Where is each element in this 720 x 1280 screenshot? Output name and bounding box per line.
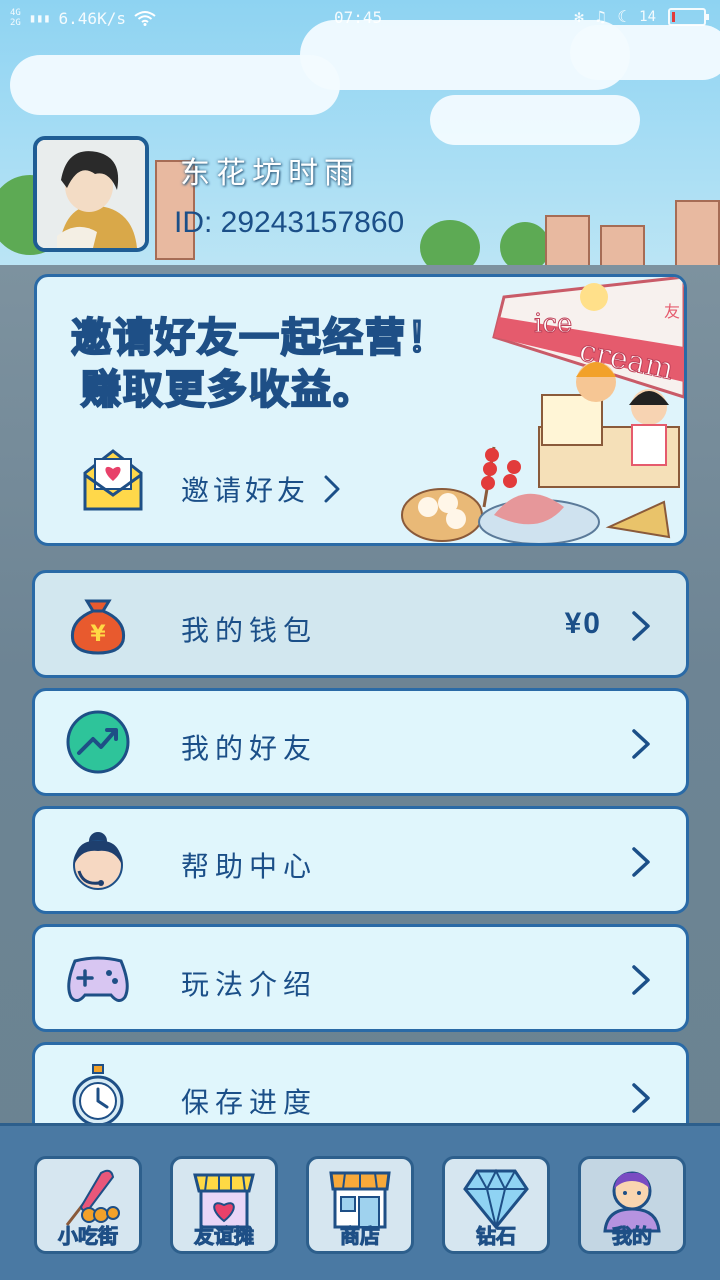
invite-friends-card[interactable]: 邀请好友一起经营！ 赚取更多收益。 邀请好友 ice cream 友: [34, 274, 687, 546]
cloud: [430, 95, 640, 145]
tab-friendship-stall[interactable]: 友谊摊: [170, 1156, 278, 1254]
howto-label: 玩法介绍: [181, 968, 318, 1001]
cloud: [10, 55, 340, 115]
shop-flag-text: 友: [664, 302, 680, 321]
menu-row-wallet[interactable]: ¥ 我的钱包 ¥0: [32, 570, 689, 678]
help-label: 帮助中心: [181, 850, 318, 883]
bottom-navigation: 小吃街 友谊摊 商店 钻石 我的: [0, 1123, 720, 1280]
shop-sign-top: ice: [534, 309, 572, 339]
menu-row-friends[interactable]: 我的好友: [32, 688, 689, 796]
tab-shop[interactable]: 商店: [306, 1156, 414, 1254]
tab-diamond[interactable]: 钻石: [442, 1156, 550, 1254]
envelope-heart-icon: [83, 449, 143, 511]
wallet-label: 我的钱包: [181, 614, 318, 647]
menu-row-help[interactable]: 帮助中心: [32, 806, 689, 914]
chevron-right-icon: [632, 965, 650, 995]
invite-link-label: 邀请好友: [181, 474, 310, 507]
battery-icon: [668, 7, 709, 26]
avatar-portrait-icon: [37, 140, 145, 248]
invite-friends-link[interactable]: 邀请好友: [181, 469, 341, 509]
network-speed: 6.46K/s: [58, 8, 126, 28]
bluetooth-icon: ✻: [574, 7, 584, 26]
wallet-balance: ¥0: [564, 607, 602, 640]
network-top-label: 4G: [10, 8, 21, 18]
trending-up-icon: [66, 710, 130, 774]
money-bag-icon: ¥: [70, 599, 126, 655]
tab-snack-street[interactable]: 小吃街: [34, 1156, 142, 1254]
avatar[interactable]: [33, 136, 149, 252]
gamepad-icon: [67, 956, 129, 1002]
menu-row-howto[interactable]: 玩法介绍: [32, 924, 689, 1032]
chevron-right-icon: [632, 611, 650, 641]
stopwatch-icon: [72, 1064, 124, 1127]
friends-label: 我的好友: [181, 732, 318, 765]
wifi-icon: [134, 11, 156, 26]
building: [545, 215, 590, 270]
clock: 07:45: [334, 8, 383, 27]
mute-bell-icon: ♫: [595, 7, 606, 26]
signal-bars-icon: ▮▮▮: [28, 11, 51, 25]
username: 东花坊时雨: [180, 156, 360, 191]
customer-service-icon: [73, 832, 123, 890]
building: [675, 200, 720, 270]
chevron-right-icon: [632, 729, 650, 759]
save-label: 保存进度: [181, 1086, 318, 1119]
moon-icon: ☾: [617, 7, 628, 26]
tab-label: 友谊摊: [194, 1224, 255, 1249]
tab-label: 我的: [612, 1224, 653, 1249]
svg-text:¥: ¥: [90, 622, 106, 647]
chevron-right-icon: [632, 1083, 650, 1113]
invite-subheadline: 赚取更多收益。: [80, 366, 375, 414]
building: [600, 225, 645, 270]
status-bar: 4G 2G ▮▮▮ 6.46K/s 07:45 ✻ ♫ ☾ 14: [0, 0, 720, 36]
tab-mine[interactable]: 我的: [578, 1156, 686, 1254]
tab-label: 钻石: [476, 1224, 517, 1249]
user-id: ID: 29243157860: [174, 206, 405, 239]
network-type: 4G 2G: [10, 8, 21, 28]
tab-label: 小吃街: [58, 1224, 119, 1249]
chevron-right-icon: [324, 475, 340, 503]
chevron-right-icon: [632, 847, 650, 877]
battery-percent: 14: [639, 8, 656, 25]
ice-cream-stall-illustration-icon: ice cream 友: [401, 277, 684, 543]
tab-label: 商店: [340, 1224, 381, 1249]
network-bottom-label: 2G: [10, 18, 21, 28]
